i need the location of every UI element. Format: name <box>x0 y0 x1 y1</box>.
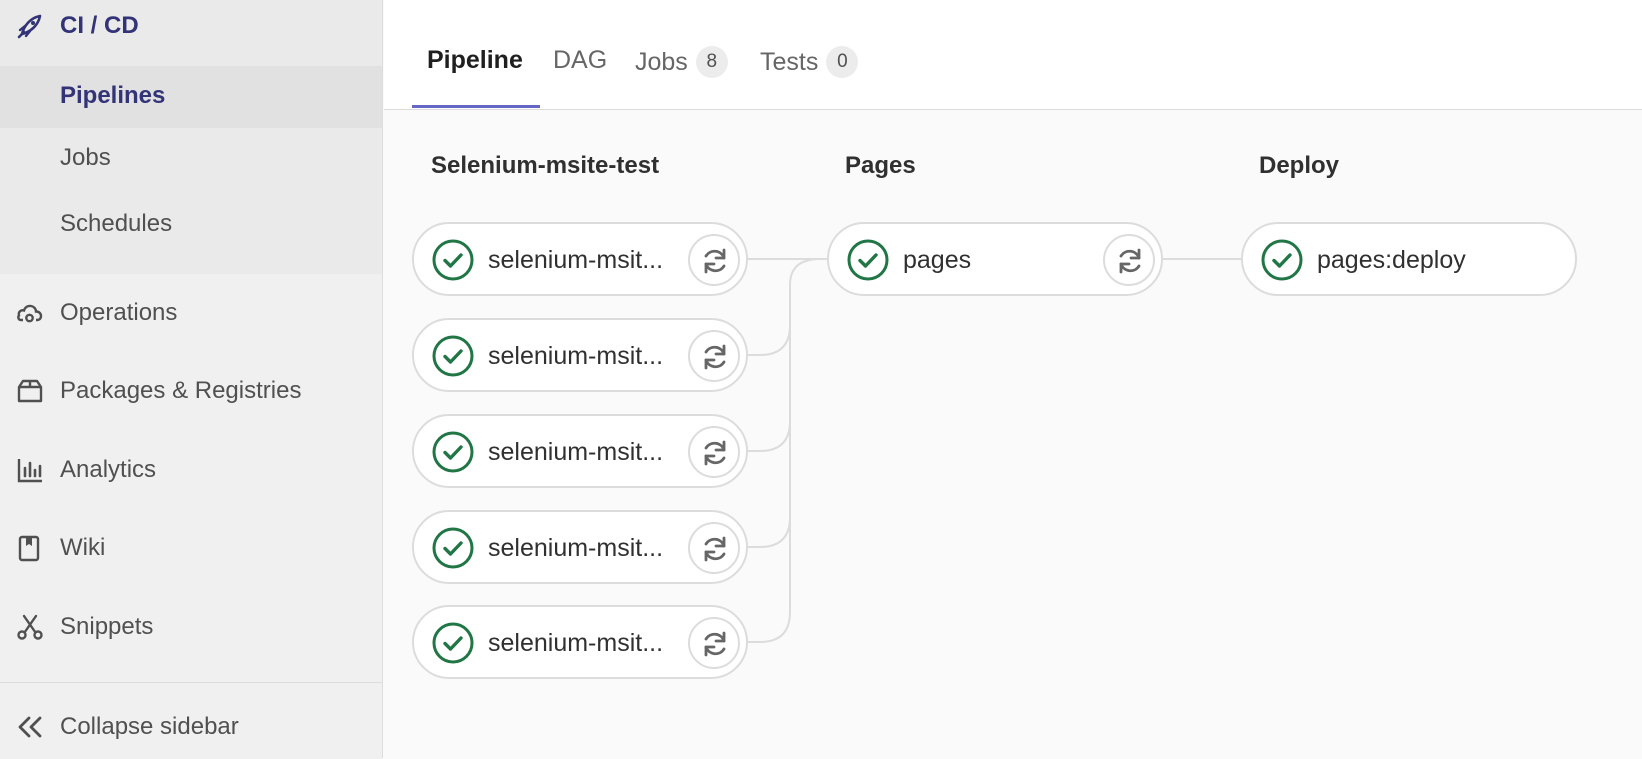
stage-title: Deploy <box>1259 152 1340 179</box>
sidebar-item-ci-cd[interactable]: CI / CD <box>0 0 382 50</box>
sidebar: CI / CD Pipelines Jobs Schedules Operati… <box>0 0 383 759</box>
retry-icon <box>704 440 726 466</box>
status-success-icon <box>847 239 889 281</box>
job-name: selenium-msit... <box>488 438 664 466</box>
sidebar-subitem-pipelines[interactable]: Pipelines <box>0 66 382 128</box>
job-name: pages <box>903 246 972 274</box>
sidebar-section-ci-cd: CI / CD Pipelines Jobs Schedules <box>0 0 382 274</box>
retry-button[interactable] <box>688 426 740 478</box>
scissors-icon <box>16 613 44 641</box>
job-pill[interactable]: pages:deploy <box>1241 222 1577 296</box>
job-pill[interactable]: selenium-msit... <box>412 318 748 392</box>
sidebar-subitem-schedules[interactable]: Schedules <box>0 194 382 256</box>
job-pill[interactable]: pages <box>827 222 1163 296</box>
retry-button[interactable] <box>688 617 740 669</box>
job-pill[interactable]: selenium-msit... <box>412 605 748 679</box>
retry-icon <box>704 631 726 657</box>
retry-button[interactable] <box>688 330 740 382</box>
retry-button[interactable] <box>688 234 740 286</box>
sidebar-subitem-label: Pipelines <box>60 82 166 109</box>
sidebar-subitem-jobs[interactable]: Jobs <box>0 128 382 190</box>
sidebar-item-analytics[interactable]: Analytics <box>0 440 382 500</box>
chevron-double-left-icon <box>16 713 44 741</box>
retry-icon <box>1119 248 1141 274</box>
status-success-icon <box>432 431 474 473</box>
sidebar-item-snippets[interactable]: Snippets <box>0 597 382 657</box>
book-icon <box>16 534 44 562</box>
job-name: selenium-msit... <box>488 629 664 657</box>
status-success-icon <box>432 239 474 281</box>
stage-title: Pages <box>845 152 916 179</box>
retry-button[interactable] <box>1103 234 1155 286</box>
retry-icon <box>704 248 726 274</box>
chart-icon <box>16 456 44 484</box>
sidebar-subitem-label: Jobs <box>60 144 111 171</box>
rocket-icon <box>16 12 44 40</box>
collapse-sidebar-button[interactable]: Collapse sidebar <box>0 682 382 759</box>
job-pill[interactable]: selenium-msit... <box>412 222 748 296</box>
retry-icon <box>704 536 726 562</box>
pipeline-main: Pipeline DAG Jobs 8 Tests 0 Selenium-msi… <box>384 0 1642 758</box>
collapse-sidebar-label: Collapse sidebar <box>60 713 239 740</box>
job-name: selenium-msit... <box>488 342 664 370</box>
sidebar-subitem-label: Schedules <box>60 210 173 237</box>
retry-icon <box>704 344 726 370</box>
stage-title: Selenium-msite-test <box>431 152 660 179</box>
sidebar-item-operations[interactable]: Operations <box>0 283 382 343</box>
sidebar-item-label: Packages & Registries <box>60 377 302 404</box>
package-icon <box>16 377 44 405</box>
sidebar-section-title: CI / CD <box>60 12 139 39</box>
sidebar-item-label: Snippets <box>60 613 154 640</box>
job-pill[interactable]: selenium-msit... <box>412 510 748 584</box>
status-success-icon <box>432 335 474 377</box>
status-success-icon <box>432 527 474 569</box>
job-name: pages:deploy <box>1317 246 1466 274</box>
sidebar-item-packages-registries[interactable]: Packages & Registries <box>0 361 382 421</box>
status-success-icon <box>432 622 474 664</box>
job-name: selenium-msit... <box>488 246 664 274</box>
job-pill[interactable]: selenium-msit... <box>412 414 748 488</box>
status-success-icon <box>1261 239 1303 281</box>
sidebar-item-label: Operations <box>60 299 178 326</box>
cloud-gear-icon <box>16 299 44 327</box>
sidebar-item-label: Wiki <box>60 534 106 561</box>
sidebar-item-label: Analytics <box>60 456 157 483</box>
job-name: selenium-msit... <box>488 534 664 562</box>
sidebar-item-wiki[interactable]: Wiki <box>0 518 382 578</box>
retry-button[interactable] <box>688 522 740 574</box>
